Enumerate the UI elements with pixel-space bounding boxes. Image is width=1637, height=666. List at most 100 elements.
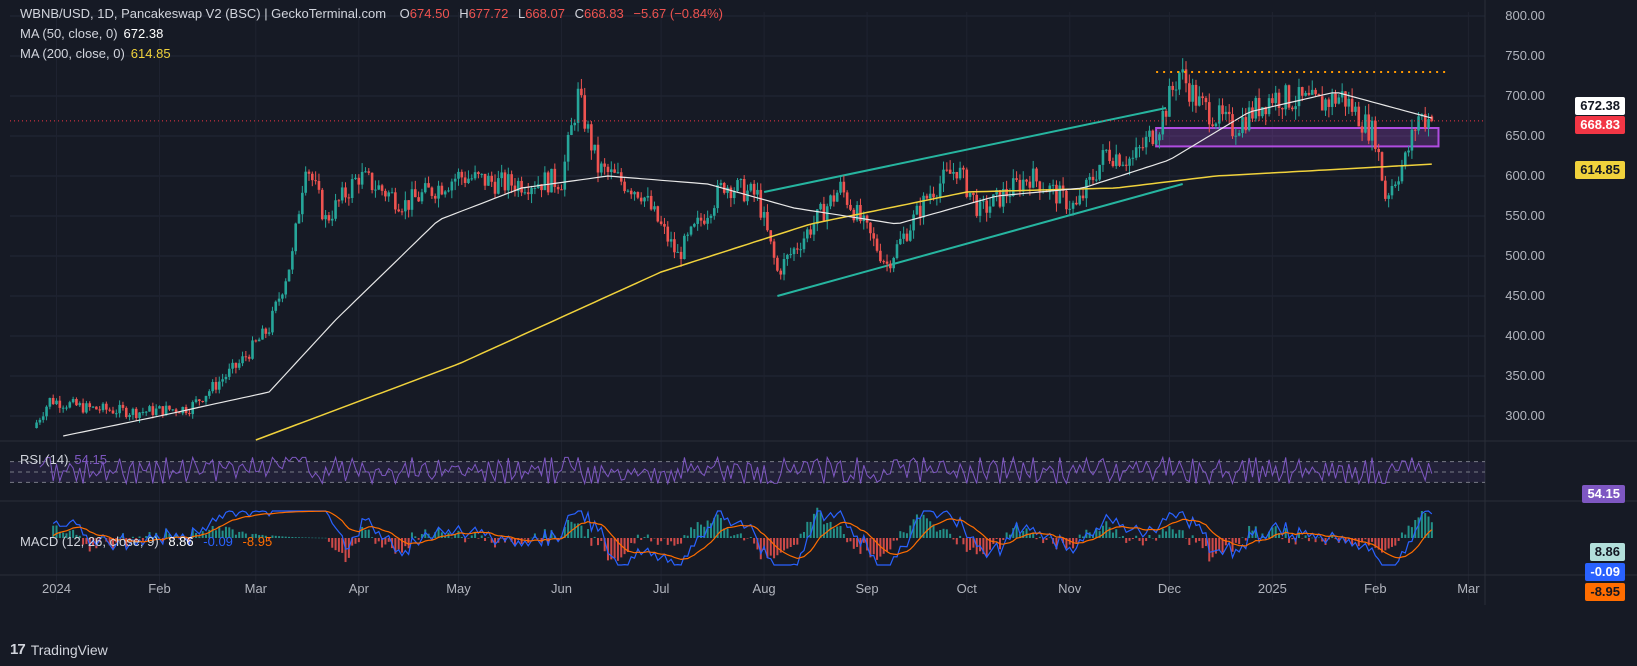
macd-histogram-bar [590, 538, 593, 546]
candle-body [766, 211, 769, 231]
macd-histogram-bar [1075, 538, 1078, 543]
candle-body [41, 416, 45, 420]
candle-body [257, 339, 261, 342]
candle-body [978, 201, 982, 216]
candle-body [490, 175, 494, 182]
macd-histogram-bar [530, 537, 533, 539]
candle-body [1310, 89, 1314, 95]
candle-body [679, 251, 683, 260]
macd-histogram-bar [523, 538, 526, 539]
macd-histogram-bar [1241, 537, 1244, 538]
macd-histogram-bar [311, 537, 314, 539]
x-tick-label: Aug [753, 581, 776, 596]
candle-body [134, 408, 138, 419]
candle-body [394, 192, 397, 210]
candle-body [1307, 92, 1311, 95]
candle-body [593, 144, 596, 151]
candle-body [776, 257, 779, 271]
macd-histogram-bar [484, 538, 487, 542]
candle-body [330, 218, 334, 221]
y-tick-label: 500.00 [1505, 248, 1545, 263]
candle-body [227, 368, 231, 377]
macd-histogram-bar [288, 536, 291, 538]
candle-body [1065, 190, 1068, 210]
macd-histogram-bar [1175, 533, 1178, 538]
candle-body [1407, 150, 1410, 153]
rsi-pane [10, 455, 1485, 486]
macd-histogram-bar [663, 538, 666, 539]
macd-histogram-bar [796, 538, 799, 545]
candle-body [158, 406, 161, 409]
candle-body [958, 167, 962, 179]
candle-body [566, 134, 570, 162]
candle-body [1148, 130, 1151, 137]
candle-body [1178, 72, 1181, 90]
candle-body [1191, 84, 1194, 102]
candle-body [719, 182, 723, 186]
candle-body [1081, 195, 1085, 199]
candle-body [869, 222, 872, 234]
macd-histogram-bar [374, 538, 377, 544]
tradingview-brand[interactable]: 17 TradingView [10, 641, 108, 658]
candle-body [1257, 97, 1261, 117]
candle-body [925, 195, 929, 199]
candle-body [809, 229, 812, 235]
candle-body [1154, 140, 1158, 145]
candle-body [885, 261, 889, 264]
price-chart[interactable]: 800.00 750.00 700.00 650.00 600.00 550.00 500.… [0, 0, 1637, 666]
macd-histogram-bar [324, 537, 327, 539]
candle-body [1304, 92, 1307, 96]
candle-body [261, 328, 264, 340]
candle-body [307, 171, 311, 174]
candle-body [400, 211, 404, 213]
candle-body [214, 382, 218, 390]
macd-signal-value: -0.09 [203, 534, 233, 549]
macd-histogram-bar [1045, 538, 1048, 541]
candle-body [370, 172, 374, 191]
candle-body [221, 379, 224, 382]
macd-histogram-bar [298, 537, 301, 538]
macd-histogram-bar [1417, 517, 1420, 538]
macd-histogram-bar [567, 519, 570, 538]
x-tick-label: 2025 [1258, 581, 1287, 596]
macd-histogram-bar [653, 538, 656, 539]
candle-body [772, 241, 776, 258]
candle-body [1028, 181, 1032, 188]
candle-body [1138, 147, 1141, 149]
candle-body [141, 412, 145, 414]
candle-body [603, 163, 606, 167]
candle-body [952, 171, 955, 174]
macd-histogram-bar [733, 535, 736, 538]
candle-body [311, 173, 314, 181]
macd-histogram-bar [1191, 535, 1194, 538]
candle-body [1095, 179, 1098, 181]
candle-body [297, 214, 301, 224]
macd-histogram-bar [1238, 538, 1241, 545]
candle-body [204, 395, 208, 402]
candle-body [108, 409, 111, 411]
macd-histogram-bar [646, 534, 649, 538]
candle-body [178, 412, 181, 414]
candle-body [241, 356, 244, 364]
ma200-value: 614.85 [130, 46, 171, 61]
candle-body [805, 229, 809, 239]
macd-histogram-bar [440, 532, 443, 538]
macd-histogram-bar [640, 538, 643, 540]
macd-histogram-bar [969, 538, 972, 551]
candle-body [972, 192, 975, 195]
candle-body [749, 183, 753, 191]
candle-body [131, 408, 135, 415]
macd-price-tag: 8.86 [1589, 543, 1625, 561]
candle-body [281, 294, 284, 299]
macd-histogram-bar [274, 535, 277, 538]
candle-body [1055, 184, 1058, 204]
macd-histogram-bar [480, 535, 483, 538]
macd-histogram-bar [736, 534, 739, 538]
candle-body [636, 192, 640, 198]
macd-histogram-bar [1424, 513, 1427, 538]
macd-histogram-bar [294, 537, 297, 538]
candle-body [1354, 106, 1357, 112]
candle-body [1161, 110, 1165, 135]
candle-body [1051, 184, 1055, 186]
macd-histogram-bar [1185, 538, 1188, 539]
